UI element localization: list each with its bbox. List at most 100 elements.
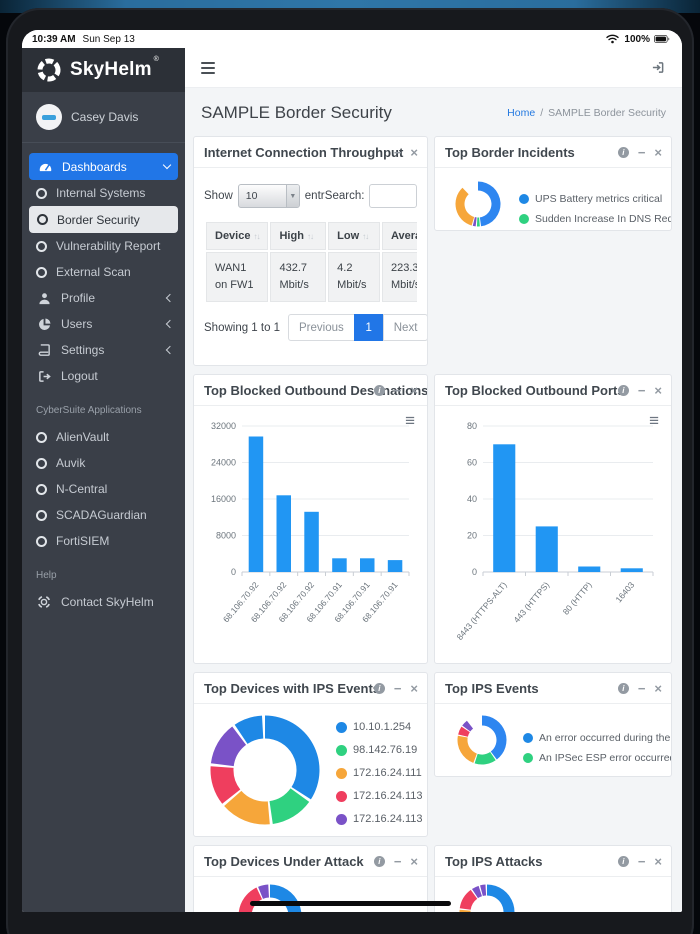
book-icon <box>36 342 52 358</box>
panel-top-border-incidents: Top Border Incidents i − × UPS Battery m… <box>434 136 672 231</box>
column-header[interactable]: Low ↑↓ <box>328 222 380 250</box>
status-bar: 10:39 AM Sun Sep 13 100% <box>22 30 682 48</box>
minimize-icon[interactable]: − <box>394 682 402 695</box>
close-icon[interactable]: × <box>410 855 418 868</box>
fullscreen-exit-icon[interactable] <box>650 60 666 76</box>
hamburger-menu-icon[interactable] <box>201 61 215 74</box>
info-icon[interactable]: i <box>617 683 629 694</box>
legend-item[interactable]: Sudden Increase In DNS Requests <box>519 213 671 225</box>
sidebar-item-label: Logout <box>61 369 98 383</box>
column-header[interactable]: Average↑↓ <box>381 222 417 250</box>
sidebar-item-scadaguardian[interactable]: SCADAGuardian <box>22 502 185 528</box>
minimize-icon[interactable]: − <box>394 146 402 159</box>
sidebar-item-label: FortiSIEM <box>56 534 110 548</box>
next-page-button[interactable]: Next <box>382 314 427 342</box>
ips-devices-chart[interactable]: 10.10.1.254 98.142.76.19 172.16.24.111 172.… <box>210 715 427 837</box>
legend-item[interactable]: 98.142.76.19 <box>336 744 423 756</box>
panel-title: Top IPS Attacks <box>445 853 543 869</box>
minimize-icon[interactable]: − <box>638 855 646 868</box>
close-icon[interactable]: × <box>410 384 418 397</box>
desktop-background: 10:39 AM Sun Sep 13 100% SkyHelm ® Casey… <box>0 0 700 934</box>
sidebar-item-profile[interactable]: Profile <box>22 285 185 311</box>
info-icon[interactable]: i <box>617 385 629 396</box>
sidebar-item-internal-systems[interactable]: Internal Systems <box>22 180 185 206</box>
close-icon[interactable]: × <box>654 384 662 397</box>
user-profile[interactable]: Casey Davis <box>22 92 185 143</box>
brand-registered-mark: ® <box>153 56 159 63</box>
info-icon[interactable]: i <box>617 147 629 158</box>
breadcrumb-home-link[interactable]: Home <box>507 107 535 119</box>
table-row[interactable]: WAN1 on FW1 432.7 Mbit/s 4.2 Mbit/s 223.… <box>206 252 417 303</box>
chevron-left-icon <box>165 293 175 303</box>
search-input[interactable] <box>369 184 417 208</box>
info-icon[interactable]: i <box>373 856 385 867</box>
legend-item[interactable]: An error occurred during the prog <box>523 732 671 744</box>
chevron-left-icon <box>165 345 175 355</box>
ports-bar-chart[interactable]: 0 20 40 60 80 8443 (HTTPS-ALT) 443 (HTTPS) 80 (… <box>443 412 663 662</box>
minimize-icon[interactable]: − <box>394 855 402 868</box>
info-icon[interactable]: i <box>373 683 385 694</box>
sidebar-item-contact-skyhelm[interactable]: Contact SkyHelm <box>22 589 185 615</box>
legend-item[interactable]: 172.16.24.111 <box>336 767 423 779</box>
legend-item[interactable] <box>336 836 423 837</box>
sidebar-item-settings[interactable]: Settings <box>22 337 185 363</box>
circle-icon <box>36 483 47 495</box>
legend-dot <box>336 744 347 756</box>
pie-chart-icon <box>36 316 52 332</box>
legend-item[interactable]: UPS Battery metrics critical <box>519 193 671 205</box>
circle-icon <box>36 431 47 443</box>
avatar <box>36 104 62 130</box>
legend-item[interactable]: 172.16.24.113 <box>336 813 423 825</box>
ips-attacks-chart[interactable] <box>459 884 515 912</box>
close-icon[interactable]: × <box>654 682 662 695</box>
sidebar-item-ncentral[interactable]: N-Central <box>22 476 185 502</box>
column-header[interactable]: High ↑↓ <box>270 222 327 250</box>
sidebar-item-users[interactable]: Users <box>22 311 185 337</box>
sort-icon: ↑↓ <box>306 232 314 241</box>
column-header[interactable]: Device ↑↓ <box>206 222 269 250</box>
legend-item[interactable]: 172.16.24.113 <box>336 790 423 802</box>
svg-text:0: 0 <box>472 567 477 577</box>
close-icon[interactable]: × <box>410 146 418 159</box>
minimize-icon[interactable]: − <box>638 146 646 159</box>
sidebar-item-external-scan[interactable]: External Scan <box>22 259 185 285</box>
svg-text:20: 20 <box>467 531 477 541</box>
legend-dot <box>523 753 533 763</box>
close-icon[interactable]: × <box>654 855 662 868</box>
close-icon[interactable]: × <box>410 682 418 695</box>
ips-events-chart[interactable]: An error occurred during the prog An IPSe… <box>457 715 671 770</box>
info-icon[interactable]: i <box>373 385 385 396</box>
chart-menu-icon[interactable]: ≡ <box>405 412 415 429</box>
info-icon[interactable]: i <box>617 856 629 867</box>
destinations-bar-chart[interactable]: 0 8000 16000 24000 32000 68.106.70.92 68.106.7… <box>202 412 419 662</box>
sidebar-item-border-security[interactable]: Border Security <box>29 206 178 233</box>
life-ring-icon <box>36 594 52 610</box>
svg-text:40: 40 <box>467 494 477 504</box>
cell-average: 223.3 Mbit/s <box>381 252 417 303</box>
minimize-icon[interactable]: − <box>638 384 646 397</box>
sidebar-item-fortisiem[interactable]: FortiSIEM <box>22 528 185 554</box>
minimize-icon[interactable]: − <box>394 384 402 397</box>
sidebar-item-alienvault[interactable]: AlienVault <box>22 424 185 450</box>
close-icon[interactable]: × <box>654 146 662 159</box>
brand-logo[interactable]: SkyHelm ® <box>22 48 185 92</box>
minimize-icon[interactable]: − <box>638 682 646 695</box>
page-1-button[interactable]: 1 <box>353 314 384 342</box>
sidebar-item-auvik[interactable]: Auvik <box>22 450 185 476</box>
sidebar-item-vulnerability-report[interactable]: Vulnerability Report <box>22 233 185 259</box>
sidebar-item-logout[interactable]: Logout <box>22 363 185 389</box>
legend-item[interactable]: An IPSec ESP error occurred <box>523 752 671 764</box>
top-border-incidents-chart[interactable]: UPS Battery metrics critical Sudden Incre… <box>455 181 671 230</box>
previous-page-button[interactable]: Previous <box>288 314 355 342</box>
legend-item[interactable]: 10.10.1.254 <box>336 721 423 733</box>
sidebar: SkyHelm ® Casey Davis Dashboards Interna… <box>22 48 185 912</box>
devices-under-attack-chart[interactable] <box>238 884 302 912</box>
chart-menu-icon[interactable]: ≡ <box>649 412 659 429</box>
sidebar-item-dashboards[interactable]: Dashboards <box>29 153 178 180</box>
home-indicator[interactable] <box>250 901 451 906</box>
svg-text:24000: 24000 <box>211 458 236 468</box>
svg-text:0: 0 <box>231 567 236 577</box>
legend-label: 172.16.24.111 <box>353 767 422 779</box>
cell-device: WAN1 on FW1 <box>206 252 269 303</box>
page-size-select[interactable]: 10 ▼ <box>237 184 300 208</box>
